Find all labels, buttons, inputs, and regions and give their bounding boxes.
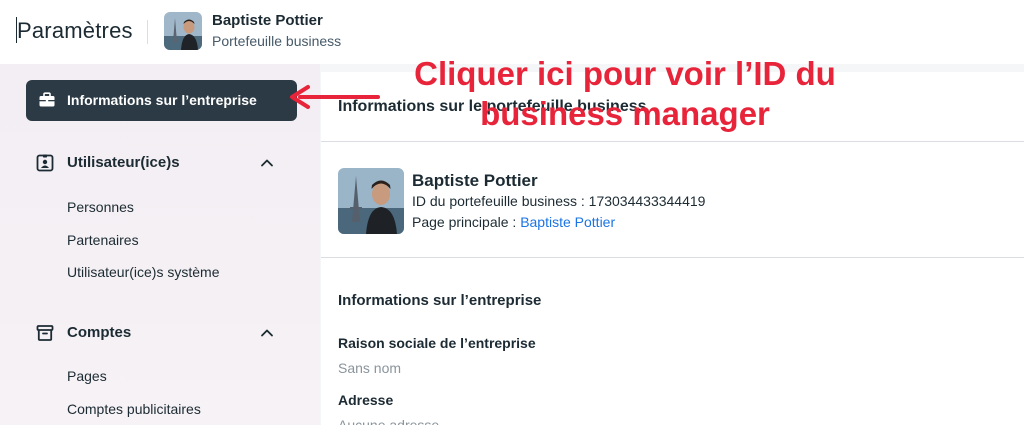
section-accounts[interactable]: Comptes (35, 322, 285, 344)
chevron-up-icon[interactable] (259, 325, 275, 341)
chevron-up-icon[interactable] (259, 155, 275, 171)
sidebar-item-system-users[interactable]: Utilisateur(ice)s système (67, 264, 219, 280)
divider (321, 141, 1024, 142)
section-label: Comptes (67, 324, 132, 341)
annotation-text: Cliquer ici pour voir l’ID du business m… (395, 54, 855, 134)
sidebar-item-label: Informations sur l’entreprise (67, 92, 257, 108)
business-name-label: Raison sociale de l’entreprise (338, 335, 536, 351)
annotation-line-2: business manager (480, 95, 770, 132)
primary-page-link[interactable]: Baptiste Pottier (520, 214, 615, 230)
section-users[interactable]: Utilisateur(ice)s (35, 152, 285, 174)
sidebar-item-ad-accounts[interactable]: Comptes publicitaires (67, 401, 201, 417)
address-label: Adresse (338, 392, 394, 408)
business-portfolio-id: ID du portefeuille business : 1730344333… (412, 193, 706, 209)
account-avatar[interactable] (164, 12, 202, 50)
sidebar-item-people[interactable]: Personnes (67, 199, 134, 215)
archive-box-icon (36, 325, 54, 341)
profile-name: Baptiste Pottier (412, 171, 538, 190)
annotation-arrow-icon (290, 85, 380, 109)
header-divider (147, 20, 148, 44)
business-info-title: Informations sur l’entreprise (338, 292, 542, 309)
page-title: Paramètres (17, 18, 133, 43)
address-value: Aucune adresse (338, 417, 440, 425)
sidebar-item-partners[interactable]: Partenaires (67, 232, 139, 248)
business-name-value: Sans nom (338, 360, 402, 376)
account-name: Baptiste Pottier (212, 12, 323, 29)
account-type: Portefeuille business (212, 33, 342, 49)
primary-page: Page principale : Baptiste Pottier (412, 214, 615, 230)
primary-page-label: Page principale : (412, 214, 521, 230)
divider (321, 257, 1024, 258)
sidebar-item-pages[interactable]: Pages (67, 368, 107, 384)
section-label: Utilisateur(ice)s (67, 154, 180, 171)
user-badge-icon (36, 154, 54, 172)
sidebar-item-business-info[interactable]: Informations sur l’entreprise (26, 80, 297, 121)
profile-avatar (338, 168, 404, 234)
annotation-line-1: Cliquer ici pour voir l’ID du (414, 55, 836, 92)
briefcase-icon (39, 92, 55, 107)
